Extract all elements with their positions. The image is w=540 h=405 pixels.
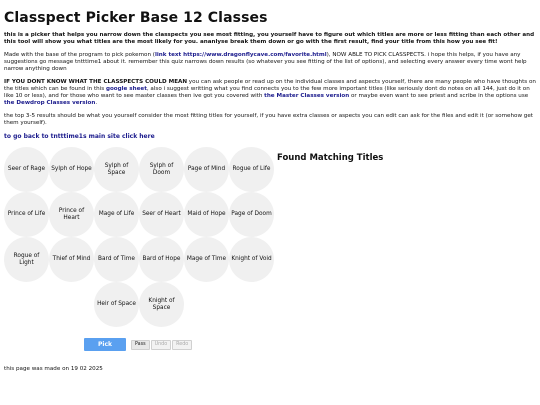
option-bard-of-hope[interactable]: Bard of Hope — [139, 237, 184, 282]
option-prince-of-life[interactable]: Prince of Life — [4, 192, 49, 237]
pick-button[interactable]: Pick — [84, 338, 126, 351]
redo-button[interactable]: Redo — [172, 339, 193, 350]
know-text-d: . — [95, 100, 98, 106]
option-knight-of-space[interactable]: Knight of Space — [139, 282, 184, 327]
made-with-prefix: Made with the base of the program to pic… — [4, 52, 155, 58]
option-sylph-of-space[interactable]: Sylph of Space — [94, 147, 139, 192]
dewdrop-classes-link[interactable]: the Dewdrop Classes version — [4, 100, 95, 106]
know-text-c: or maybe even want to see priest and scr… — [349, 93, 529, 99]
option-sylph-of-doom[interactable]: Sylph of Doom — [139, 147, 184, 192]
option-heir-of-space[interactable]: Heir of Space — [94, 282, 139, 327]
option-mage-of-time[interactable]: Mage of Time — [184, 237, 229, 282]
option-row: Rogue of Light Thief of Mind Bard of Tim… — [4, 237, 274, 282]
top-results-text: the top 3-5 results should be what you y… — [4, 113, 533, 126]
option-knight-of-void[interactable]: Knight of Void — [229, 237, 274, 282]
google-sheet-link[interactable]: google sheet — [106, 86, 147, 92]
pass-button[interactable]: Pass — [131, 339, 150, 350]
option-rogue-of-light[interactable]: Rogue of Light — [4, 237, 49, 282]
undo-button[interactable]: Undo — [150, 339, 172, 350]
option-bard-of-time[interactable]: Bard of Time — [94, 237, 139, 282]
picker-controls: Pick Pass Undo Redo — [84, 338, 193, 351]
master-classes-link[interactable]: the Master Classes version — [264, 93, 349, 99]
know-label: IF YOU DONT KNOW WHAT THE CLASSPECTS COU… — [4, 79, 188, 85]
intro-text: this is a picker that helps you narrow d… — [4, 32, 535, 45]
option-prince-of-heart[interactable]: Prince of Heart — [49, 192, 94, 237]
classpect-info-paragraph: IF YOU DONT KNOW WHAT THE CLASSPECTS COU… — [4, 79, 536, 107]
option-seer-of-heart[interactable]: Seer of Heart — [139, 192, 184, 237]
option-mage-of-life[interactable]: Mage of Life — [94, 192, 139, 237]
page-content: Classpect Picker Base 12 Classes this is… — [0, 0, 540, 140]
option-grid: Seer of Rage Sylph of Hope Sylph of Spac… — [4, 147, 274, 327]
option-seer-of-rage[interactable]: Seer of Rage — [4, 147, 49, 192]
found-matching-titles-heading: Found Matching Titles — [277, 153, 384, 163]
option-rogue-of-life[interactable]: Rogue of Life — [229, 147, 274, 192]
back-paragraph: to go back to tntttime1s main site click… — [4, 133, 536, 140]
page-title: Classpect Picker Base 12 Classes — [4, 10, 268, 26]
option-row: Seer of Rage Sylph of Hope Sylph of Spac… — [4, 147, 274, 192]
option-page-of-doom[interactable]: Page of Doom — [229, 192, 274, 237]
option-sylph-of-hope[interactable]: Sylph of Hope — [49, 147, 94, 192]
dragonflycave-link[interactable]: link text https://www.dragonflycave.com/… — [155, 52, 327, 58]
option-page-of-mind[interactable]: Page of Mind — [184, 147, 229, 192]
option-thief-of-mind[interactable]: Thief of Mind — [49, 237, 94, 282]
back-to-main-site-link[interactable]: to go back to tntttime1s main site click… — [4, 133, 155, 140]
made-with-paragraph: Made with the base of the program to pic… — [4, 52, 536, 73]
option-row: Prince of Life Prince of Heart Mage of L… — [4, 192, 274, 237]
option-row: Heir of Space Knight of Space — [4, 282, 274, 327]
footer-text: this page was made on 19 02 2025 — [4, 366, 103, 372]
option-maid-of-hope[interactable]: Maid of Hope — [184, 192, 229, 237]
